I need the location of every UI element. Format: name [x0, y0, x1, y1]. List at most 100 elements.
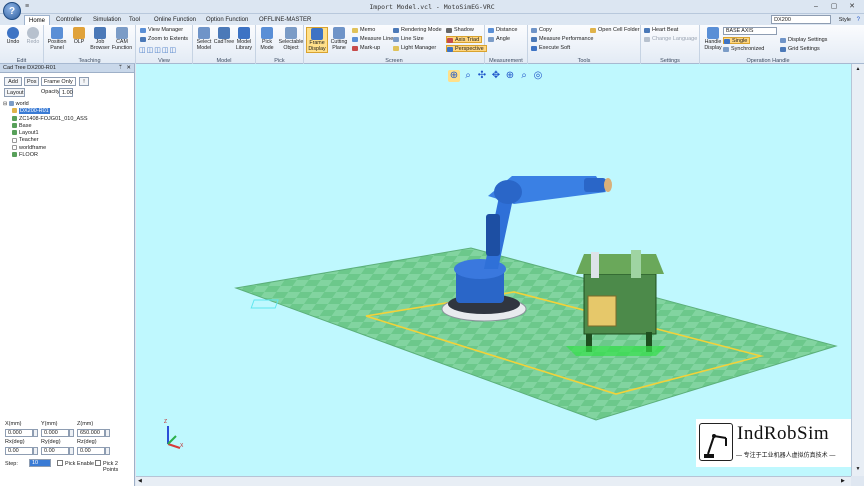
rendering-mode-button[interactable]: Rendering Mode	[393, 27, 442, 34]
axis-select[interactable]: BASE AXIS	[723, 27, 777, 35]
tab-tool[interactable]: Tool	[125, 15, 144, 25]
pick-2points-checkbox[interactable]	[95, 460, 101, 466]
tree-node-floor[interactable]: FLOOR	[3, 152, 133, 159]
redo-button[interactable]: Redo	[22, 27, 44, 46]
layout-button[interactable]: Layout	[4, 88, 25, 97]
olp-button[interactable]: OLP	[68, 27, 90, 46]
application-menu-button[interactable]: ?	[3, 2, 21, 20]
minimize-button[interactable]: –	[808, 1, 824, 12]
handle-display-button[interactable]: Handle Display	[702, 27, 724, 51]
pos-button[interactable]: Pos	[24, 77, 39, 86]
scroll-left-icon[interactable]: ◀	[138, 478, 146, 485]
distance-button[interactable]: Distance	[488, 27, 517, 34]
language-icon	[644, 37, 650, 42]
change-language-button[interactable]: Change Language	[644, 36, 697, 43]
style-menu[interactable]: Style	[839, 17, 851, 23]
3d-viewport[interactable]: Z X ⊕ ⌕ ✣ ✥ ⊕ ⌕ ◎ IndRobSim — 专注于工业机器人虚拟…	[136, 64, 851, 476]
frame-mode-select[interactable]: Frame Only	[41, 77, 76, 86]
view-manager-button[interactable]: View Manager	[140, 27, 183, 34]
scroll-right-icon[interactable]: ▶	[841, 478, 849, 485]
ry-input[interactable]: 0.00	[41, 447, 69, 455]
controller-select[interactable]: DX200	[771, 15, 832, 24]
tab-controller[interactable]: Controller	[52, 15, 86, 25]
pick-enable-checkbox[interactable]	[57, 460, 63, 466]
tab-option-function[interactable]: Option Function	[202, 15, 252, 25]
axis-triad-button[interactable]: Axis Triad	[446, 36, 483, 43]
pick-mode-button[interactable]: Pick Mode	[256, 27, 278, 51]
tree-node-base[interactable]: Base	[3, 123, 133, 130]
measure-line-button[interactable]: Measure Line	[352, 36, 393, 43]
heart-beat-button[interactable]: Heart Beat	[644, 27, 678, 34]
horizontal-scrollbar[interactable]: ◀ ▶	[136, 476, 851, 486]
copy-button[interactable]: Copy	[531, 27, 552, 34]
rz-input[interactable]: 0.00	[77, 447, 105, 455]
tree-node-fixture[interactable]: ZC1408-FOJG01_010_ASS	[3, 116, 133, 123]
maximize-button[interactable]: ▢	[826, 1, 842, 12]
selectable-object-button[interactable]: Selectable Object	[278, 27, 304, 51]
pin-icon[interactable]: ᛘ	[119, 64, 122, 73]
line-size-button[interactable]: Line Size	[393, 36, 424, 43]
z-spinner[interactable]	[105, 429, 110, 437]
pan-view-icon[interactable]: ✣	[476, 70, 488, 82]
open-cell-folder-button[interactable]: Open Cell Folder	[590, 27, 640, 34]
close-window-button[interactable]: ✕	[844, 1, 860, 12]
tree-node-world[interactable]: ⊟ world	[3, 101, 133, 108]
ribbon-group-screen: Frame Display Cutting Plane Memo Measure…	[304, 25, 487, 64]
x-input[interactable]: 0.000	[5, 429, 33, 437]
zoom-to-extents-button[interactable]: Zoom to Extents	[140, 36, 188, 43]
markup-button[interactable]: Mark-up	[352, 45, 380, 52]
opacity-input[interactable]: 1.00	[59, 88, 73, 97]
measure-performance-button[interactable]: Measure Performance	[531, 36, 593, 43]
ry-spinner[interactable]	[69, 447, 74, 455]
add-button[interactable]: Add	[4, 77, 22, 86]
cam-function-button[interactable]: CAM Function	[111, 27, 133, 51]
rx-input[interactable]: 0.00	[5, 447, 33, 455]
rotate-axis-icon[interactable]: ⊕	[504, 70, 516, 82]
rz-spinner[interactable]	[105, 447, 110, 455]
zoom-view-icon[interactable]: ⌕	[462, 70, 474, 82]
tree-node-layout1[interactable]: Layout1	[3, 130, 133, 137]
tab-online-function[interactable]: Online Function	[150, 15, 200, 25]
single-button[interactable]: Single	[723, 37, 751, 44]
frame-mode-extra-button[interactable]: !	[79, 77, 89, 86]
grid-settings-button[interactable]: Grid Settings	[780, 46, 820, 53]
undo-button[interactable]: Undo	[2, 27, 24, 46]
scroll-up-icon[interactable]: ▲	[854, 66, 862, 74]
synchronized-button[interactable]: Synchronized	[723, 46, 764, 53]
model-library-button[interactable]: Model Library	[233, 27, 255, 51]
rotate-view-icon[interactable]: ⊕	[448, 70, 460, 82]
view-direction-icons[interactable]: ◫◫◫◫◫	[139, 46, 177, 54]
execute-soft-button[interactable]: Execute Soft	[531, 45, 570, 52]
tree-node-dx200[interactable]: DX200-R01	[3, 108, 133, 115]
cutting-plane-button[interactable]: Cutting Plane	[328, 27, 350, 51]
select-model-button[interactable]: Select Model	[193, 27, 215, 51]
step-select[interactable]: 10	[29, 459, 51, 467]
tab-offline-master[interactable]: OFFLINE-MASTER	[255, 15, 315, 25]
close-panel-icon[interactable]: ✕	[126, 64, 131, 73]
cadtree-button[interactable]: CadTree	[213, 27, 235, 46]
zoom-window-icon[interactable]: ⌕	[518, 70, 530, 82]
rx-spinner[interactable]	[33, 447, 38, 455]
target-view-icon[interactable]: ◎	[532, 70, 544, 82]
frame-display-button[interactable]: Frame Display	[306, 27, 328, 54]
move-view-icon[interactable]: ✥	[490, 70, 502, 82]
memo-button[interactable]: Memo	[352, 27, 375, 34]
tab-simulation[interactable]: Simulation	[89, 15, 125, 25]
scroll-down-icon[interactable]: ▼	[854, 466, 862, 474]
angle-button[interactable]: Angle	[488, 36, 510, 43]
x-spinner[interactable]	[33, 429, 38, 437]
light-manager-button[interactable]: Light Manager	[393, 45, 436, 52]
perspective-button[interactable]: Perspective	[446, 45, 487, 52]
y-spinner[interactable]	[69, 429, 74, 437]
vertical-scrollbar[interactable]: ▲ ▼	[851, 64, 864, 476]
display-settings-button[interactable]: Display Settings	[780, 37, 827, 44]
position-panel-button[interactable]: Position Panel	[46, 27, 68, 51]
tab-home[interactable]: Home	[24, 15, 51, 25]
shadow-button[interactable]: Shadow	[446, 27, 474, 34]
y-input[interactable]: 0.000	[41, 429, 69, 437]
z-input[interactable]: 650.000	[77, 429, 105, 437]
tree-node-teacher[interactable]: Teacher	[3, 137, 133, 144]
job-browser-button[interactable]: Job Browser	[89, 27, 111, 51]
tree-node-worldframe[interactable]: worldframe	[3, 145, 133, 152]
help-icon[interactable]: ?	[857, 17, 860, 23]
